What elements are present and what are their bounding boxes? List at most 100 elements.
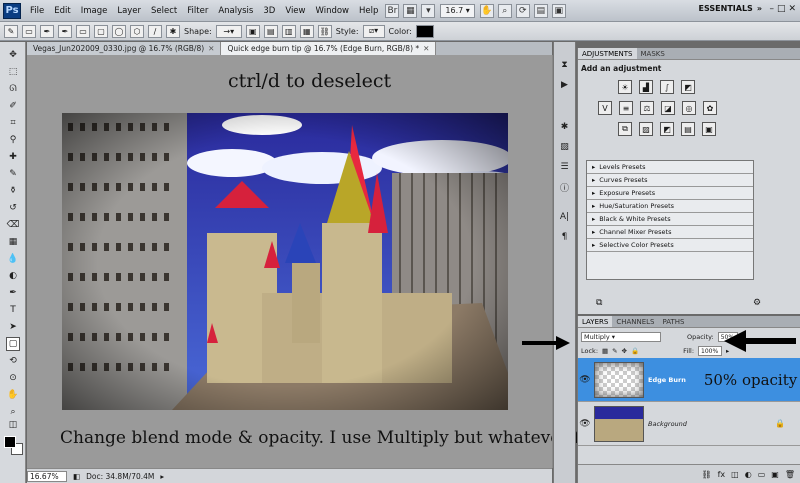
screen-mode-icon[interactable]: ▣ [551,3,566,18]
lock-transparent-icon[interactable]: ▦ [602,347,608,355]
menu-analysis[interactable]: Analysis [213,0,258,22]
color-swatch[interactable] [416,24,434,38]
arrange-documents-icon[interactable]: ▤ [533,3,548,18]
clone-stamp-tool-icon[interactable]: ⚱ [6,184,20,198]
preset-selective-color[interactable]: ▸ Selective Color Presets [587,239,753,252]
style-picker[interactable]: ⧄▾ [362,24,385,38]
foreground-color-swatch[interactable] [4,436,16,448]
zoom-level-field[interactable]: 16.7 ▾ [440,3,475,18]
3d-rotate-tool-icon[interactable]: ⟲ [6,354,20,368]
shape-picker[interactable]: →▾ [215,24,242,38]
eye-icon[interactable]: 👁 [578,375,592,385]
menu-filter[interactable]: Filter [182,0,213,22]
brightness-contrast-icon[interactable]: ☀ [618,80,632,94]
history-panel-icon[interactable]: ⧗ [558,58,572,72]
blend-mode-select[interactable]: Multiply ▾ [581,332,661,342]
invert-icon[interactable]: ⧉ [618,122,632,136]
shape-layers-icon[interactable]: ▭ [22,24,36,38]
history-brush-tool-icon[interactable]: ↺ [6,201,20,215]
preset-levels[interactable]: ▸ Levels Presets [587,161,753,174]
zoom-tool-icon[interactable]: ⌕ [6,405,20,419]
selective-color-icon[interactable]: ▣ [702,122,716,136]
dodge-tool-icon[interactable]: ◐ [6,269,20,283]
menu-edit[interactable]: Edit [49,0,75,22]
tool-presets-icon[interactable]: ✱ [558,120,572,134]
color-swatches[interactable] [4,436,24,456]
healing-brush-tool-icon[interactable]: ✚ [6,150,20,164]
menu-view[interactable]: View [280,0,310,22]
zoom-level-icon[interactable]: ▾ [421,3,436,18]
marquee-tool-icon[interactable]: ⬚ [6,65,20,79]
new-group-icon[interactable]: ▭ [758,470,766,479]
quick-selection-tool-icon[interactable]: ✐ [6,99,20,113]
add-mask-icon[interactable]: ◫ [731,470,739,479]
color-balance-icon[interactable]: ⚖ [640,101,654,115]
info-panel-icon[interactable]: ⓘ [558,180,572,194]
vibrance-icon[interactable]: V [598,101,612,115]
menu-file[interactable]: File [25,0,49,22]
layer-style-icon[interactable]: fx [718,470,726,479]
exposure-icon[interactable]: ◩ [681,80,695,94]
tool-preset-icon[interactable]: ✎ [4,24,18,38]
menu-layer[interactable]: Layer [112,0,146,22]
menu-3d[interactable]: 3D [258,0,280,22]
gradient-map-icon[interactable]: ▤ [681,122,695,136]
workspace-switcher[interactable]: ESSENTIALS» [699,4,762,13]
black-white-icon[interactable]: ◪ [661,101,675,115]
eye-icon[interactable]: 👁 [578,419,592,429]
photo-filter-icon[interactable]: ◎ [682,101,696,115]
preset-curves[interactable]: ▸ Curves Presets [587,174,753,187]
rectangle-icon[interactable]: ▭ [76,24,90,38]
brush-tool-icon[interactable]: ✎ [6,167,20,181]
zoom-tool-icon[interactable]: ⌕ [497,3,512,18]
link-icon[interactable]: ⛓ [317,24,332,38]
preset-black-white[interactable]: ▸ Black & White Presets [587,213,753,226]
actions-panel-icon[interactable]: ▶ [558,78,572,92]
levels-icon[interactable]: ▟ [639,80,653,94]
menu-window[interactable]: Window [310,0,354,22]
polygon-icon[interactable]: ⬡ [130,24,144,38]
preset-channel-mixer[interactable]: ▸ Channel Mixer Presets [587,226,753,239]
layer-background[interactable]: 👁 Background 🔒 [578,402,800,446]
close-icon[interactable]: ✕ [208,44,214,53]
status-menu-icon[interactable]: ▸ [160,472,164,481]
type-tool-icon[interactable]: T [6,303,20,317]
tab-layers[interactable]: LAYERS [578,316,613,327]
combine-exclude-icon[interactable]: ▦ [299,24,314,38]
combine-subtract-icon[interactable]: ▤ [263,24,278,38]
maximize-icon[interactable]: □ [777,4,786,14]
channel-mixer-icon[interactable]: ✿ [703,101,717,115]
lasso-tool-icon[interactable]: ᘏ [6,82,20,96]
blur-tool-icon[interactable]: 💧 [6,252,20,266]
close-icon[interactable]: ✕ [788,4,796,14]
mini-bridge-icon[interactable]: ▦ [403,3,418,18]
combine-intersect-icon[interactable]: ▥ [281,24,296,38]
rotate-view-icon[interactable]: ⟳ [515,3,530,18]
preset-exposure[interactable]: ▸ Exposure Presets [587,187,753,200]
adjustment-layer-icon[interactable]: ◐ [745,470,752,479]
ellipse-icon[interactable]: ◯ [112,24,126,38]
hue-saturation-icon[interactable]: ≡ [619,101,633,115]
bridge-icon[interactable]: Br [385,3,400,18]
shape-tool-icon[interactable]: ▢ [6,337,20,351]
clip-to-layer-icon[interactable]: ⧉ [596,298,602,308]
tab-vegas-jpg[interactable]: Vegas_Jun202009_0330.jpg @ 16.7% (RGB/8)… [27,42,222,55]
menu-help[interactable]: Help [354,0,383,22]
curves-icon[interactable]: ∫ [660,80,674,94]
tab-paths[interactable]: PATHS [659,316,689,327]
paths-icon[interactable]: ✒ [40,24,54,38]
hand-tool-icon[interactable]: ✋ [6,388,20,402]
new-layer-icon[interactable]: ▣ [771,470,779,479]
pen-tool-icon[interactable]: ✒ [58,24,72,38]
path-selection-tool-icon[interactable]: ➤ [6,320,20,334]
fill-field[interactable]: 100% [698,346,723,356]
lock-all-icon[interactable]: 🔒 [631,347,639,355]
eyedropper-tool-icon[interactable]: ⚲ [6,133,20,147]
link-layers-icon[interactable]: ⛓ [701,470,711,479]
posterize-icon[interactable]: ▨ [639,122,653,136]
combine-add-icon[interactable]: ▣ [245,24,260,38]
tab-quick-edge-burn[interactable]: Quick edge burn tip @ 16.7% (Edge Burn, … [221,42,437,55]
navigator-icon[interactable]: ▨ [558,140,572,154]
character-panel-icon[interactable]: A| [558,210,572,224]
paragraph-panel-icon[interactable]: ¶ [558,230,572,244]
